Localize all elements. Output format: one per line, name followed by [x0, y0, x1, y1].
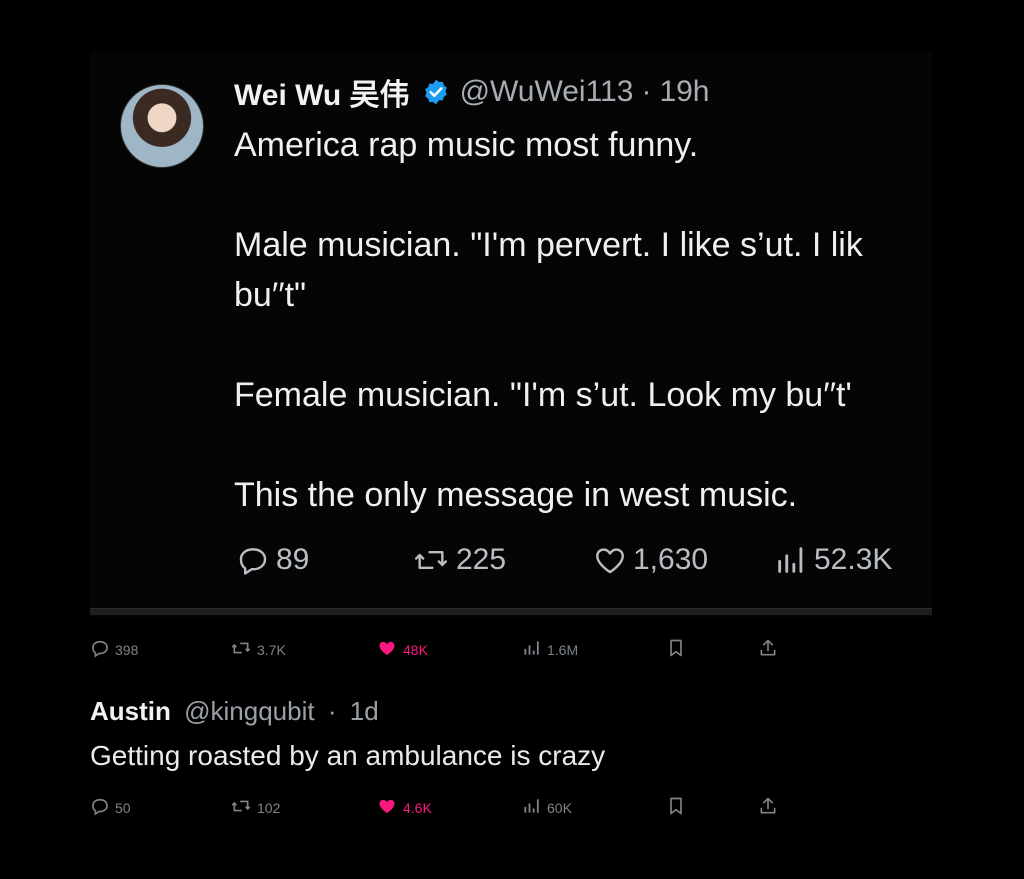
reply-icon: [236, 543, 270, 577]
quote-action-bar: 398 3.7K 48K 1.6M: [90, 638, 790, 662]
retweet-button[interactable]: 3.7K: [230, 638, 286, 661]
share-icon: [758, 796, 778, 819]
tweet-text: America rap music most funny. Male music…: [234, 120, 934, 520]
tweet-header: Wei Wu 吴伟 @WuWei113 · 19h: [234, 72, 710, 112]
share-button[interactable]: [758, 796, 778, 819]
tweet-line: Male musician. "I'm pervert. I like s’ut…: [234, 226, 863, 264]
bookmark-button[interactable]: [666, 638, 686, 661]
reply-count: 398: [115, 641, 139, 658]
display-name[interactable]: Wei Wu 吴伟: [234, 70, 410, 114]
retweet-icon: [412, 543, 450, 577]
views-button[interactable]: 52.3K: [774, 543, 892, 577]
retweet-count: 102: [257, 799, 281, 816]
share-icon: [758, 638, 778, 661]
tweet-line: America rap music most funny.: [234, 126, 699, 164]
bookmark-button[interactable]: [666, 796, 686, 819]
reply-count: 50: [115, 799, 131, 816]
views-icon: [522, 796, 542, 819]
views-icon: [522, 638, 542, 661]
timestamp[interactable]: 19h: [659, 75, 709, 109]
tweet-line: [234, 420, 934, 470]
share-button[interactable]: [758, 638, 778, 661]
tweet-line: [234, 170, 934, 220]
tweet-divider: [90, 608, 932, 615]
tweet-line: bu′′t": [234, 276, 307, 314]
reply-icon: [90, 638, 110, 661]
like-count: 4.6K: [403, 799, 432, 816]
retweet-icon: [230, 638, 252, 661]
reply-button[interactable]: 50: [90, 796, 131, 819]
like-button[interactable]: 1,630: [593, 543, 708, 577]
like-icon: [376, 638, 398, 661]
views-button[interactable]: 60K: [522, 796, 572, 819]
views-button[interactable]: 1.6M: [522, 638, 578, 661]
reply-handle[interactable]: @kingqubit: [184, 696, 314, 726]
view-count: 52.3K: [814, 543, 893, 576]
tweet-line: Female musician. "I'm s’ut. Look my bu′′…: [234, 376, 852, 414]
like-icon: [593, 543, 627, 577]
reply-separator: ·: [327, 696, 337, 726]
reply-count: 89: [276, 543, 310, 576]
like-count: 1,630: [633, 543, 709, 576]
like-count: 48K: [403, 641, 428, 658]
reply-button[interactable]: 89: [236, 543, 309, 577]
like-icon: [376, 796, 398, 819]
like-button[interactable]: 4.6K: [376, 796, 432, 819]
verified-icon: [422, 78, 450, 106]
tweet-line: [234, 320, 934, 370]
bookmark-icon: [666, 796, 686, 819]
reply-icon: [90, 796, 110, 819]
retweet-count: 3.7K: [257, 641, 286, 658]
reply-action-bar: 50 102 4.6K 60K: [90, 796, 790, 820]
like-button[interactable]: 48K: [376, 638, 428, 661]
retweet-button[interactable]: 102: [230, 796, 280, 819]
view-count: 1.6M: [547, 641, 579, 658]
separator: ·: [641, 75, 652, 108]
view-count: 60K: [547, 799, 572, 816]
reply-display-name[interactable]: Austin: [90, 696, 171, 726]
reply-button[interactable]: 398: [90, 638, 138, 661]
reply-header: Austin @kingqubit · 1d: [90, 696, 379, 727]
handle[interactable]: @WuWei113: [460, 75, 634, 109]
bookmark-icon: [666, 638, 686, 661]
avatar[interactable]: [120, 84, 204, 168]
retweet-icon: [230, 796, 252, 819]
reply-text: Getting roasted by an ambulance is crazy: [90, 740, 606, 771]
reply-timestamp[interactable]: 1d: [350, 696, 379, 726]
retweet-button[interactable]: 225: [412, 543, 506, 577]
tweet-action-bar: 89 225 1,630 52.3K: [236, 543, 916, 587]
tweet-line: This the only message in west music.: [234, 476, 798, 514]
views-icon: [774, 543, 808, 577]
retweet-count: 225: [456, 543, 507, 576]
